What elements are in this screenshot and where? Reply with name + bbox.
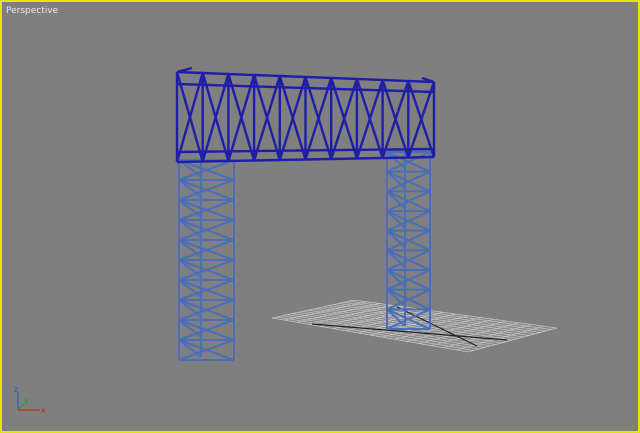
column-brace bbox=[178, 239, 202, 258]
column-brace bbox=[386, 210, 406, 229]
column-brace bbox=[178, 299, 202, 318]
column-brace bbox=[386, 170, 406, 190]
column-brace bbox=[178, 339, 202, 358]
scene-canvas[interactable] bbox=[2, 2, 638, 431]
column-brace bbox=[178, 319, 202, 338]
axis-gizmo: x y z bbox=[14, 386, 46, 415]
column-brace bbox=[178, 259, 202, 278]
ground-grid bbox=[271, 299, 558, 353]
right-truss-column[interactable] bbox=[386, 149, 431, 330]
column-brace bbox=[386, 249, 406, 268]
x-axis-label: x bbox=[41, 406, 46, 415]
column-brace bbox=[386, 288, 406, 308]
column-brace bbox=[386, 151, 406, 170]
y-axis-label: y bbox=[24, 396, 29, 405]
column-brace bbox=[178, 279, 202, 298]
z-axis-label: z bbox=[14, 386, 18, 394]
top-truss-beam[interactable] bbox=[175, 66, 436, 164]
column-brace bbox=[386, 229, 406, 249]
column-brace bbox=[178, 179, 202, 198]
column-brace bbox=[386, 190, 406, 209]
column-brace bbox=[178, 199, 202, 218]
perspective-viewport[interactable]: Perspective x y z bbox=[0, 0, 640, 433]
column-brace bbox=[386, 269, 406, 288]
column-brace bbox=[178, 219, 202, 238]
left-truss-column[interactable] bbox=[178, 157, 235, 361]
